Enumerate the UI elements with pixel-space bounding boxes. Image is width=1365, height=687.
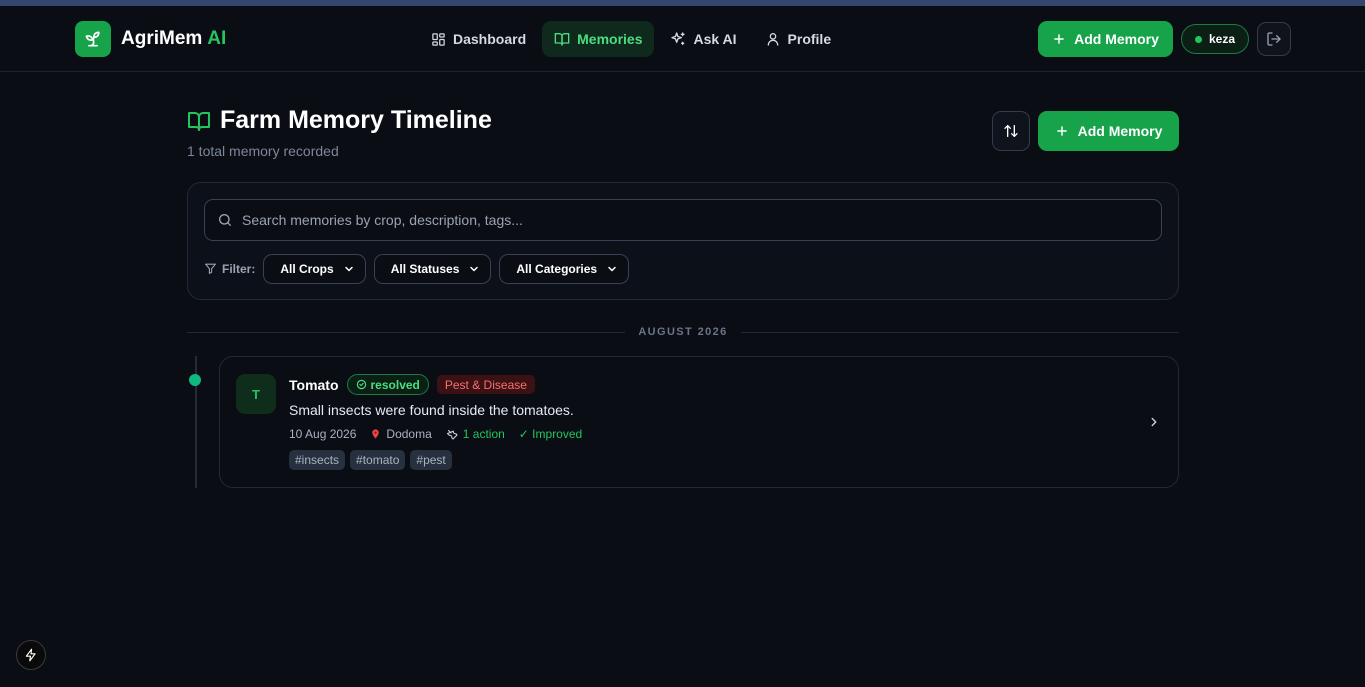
memory-actions-text: 1 action [462, 427, 505, 441]
map-pin-icon [372, 429, 380, 439]
search-filter-panel: Filter: All Crops All Statuses All Categ… [187, 182, 1179, 300]
nav-dashboard-label: Dashboard [453, 31, 527, 47]
memory-outcome: ✓ Improved [518, 427, 583, 441]
chevron-right-icon[interactable] [1147, 415, 1161, 429]
filter-funnel-icon [205, 263, 216, 274]
memory-description: Small insects were found inside the toma… [289, 402, 574, 418]
header-add-memory-label: Add Memory [1074, 31, 1159, 47]
tag-list: #insects #tomato #pest [289, 450, 582, 470]
plus-icon [1056, 126, 1067, 136]
nav-ask-ai[interactable]: Ask AI [658, 21, 748, 57]
page-title: Farm Memory Timeline [220, 106, 492, 134]
nav-ask-ai-label: Ask AI [693, 31, 737, 47]
book-open-icon [554, 33, 570, 46]
tag[interactable]: #insects [289, 450, 346, 470]
add-memory-button[interactable]: Add Memory [1038, 111, 1179, 151]
memory-location: Dodoma [370, 427, 432, 441]
crop-avatar: T [236, 374, 276, 414]
memory-card-body: Tomato resolved Pest & Disease Small ins… [289, 374, 582, 470]
tag[interactable]: #tomato [350, 450, 406, 470]
logout-icon [1267, 32, 1281, 46]
sprout-logo-icon [75, 21, 111, 57]
memory-count: 1 total memory recorded [187, 143, 339, 159]
main-nav: Dashboard Memories Ask AI Profile [419, 21, 843, 57]
check-circle-icon [356, 379, 366, 390]
chevron-down-icon [344, 266, 353, 271]
memory-card[interactable]: T Tomato resolved Pest & Disease Small i… [219, 356, 1179, 488]
month-label: AUGUST 2026 [638, 326, 728, 338]
nav-profile-label: Profile [787, 31, 832, 47]
status-badge: resolved [346, 374, 429, 395]
memory-meta: 10 Aug 2026 Dodoma 1 action ✓ Improved [289, 427, 582, 441]
page-heading: Farm Memory Timeline 1 total memory reco… [187, 106, 492, 159]
nav-memories[interactable]: Memories [542, 21, 655, 57]
wrench-icon [446, 429, 458, 440]
chevron-down-icon [608, 266, 616, 271]
status-filter-select[interactable]: All Statuses [373, 253, 492, 284]
dev-tools-button[interactable] [16, 640, 46, 670]
user-badge[interactable]: keza [1181, 24, 1249, 54]
memory-date: 10 Aug 2026 [289, 427, 356, 441]
nav-memories-label: Memories [577, 31, 643, 47]
brand-name: AgriMem [121, 28, 203, 49]
username: keza [1208, 32, 1236, 46]
book-open-icon [188, 111, 210, 131]
nav-dashboard[interactable]: Dashboard [419, 21, 538, 57]
chevron-down-icon [470, 266, 479, 271]
category-filter-select[interactable]: All Categories [499, 253, 630, 284]
filter-label: Filter: [204, 262, 255, 276]
brand-suffix: AI [207, 28, 227, 49]
grid-icon [432, 32, 445, 46]
divider-line [187, 331, 626, 333]
sort-arrows-icon [1004, 125, 1018, 137]
sort-button[interactable] [992, 111, 1030, 151]
category-badge: Pest & Disease [436, 375, 535, 394]
online-dot-icon [1194, 35, 1202, 43]
nav-profile[interactable]: Profile [753, 21, 844, 57]
brand[interactable]: AgriMem AI [75, 21, 226, 57]
header-add-memory-button[interactable]: Add Memory [1038, 21, 1173, 57]
lightning-bolt-icon [25, 648, 36, 662]
user-icon [767, 33, 778, 46]
search-box [204, 199, 1162, 241]
filter-row: Filter: All Crops All Statuses All Categ… [204, 253, 630, 284]
month-divider: AUGUST 2026 [187, 322, 1179, 342]
status-text: resolved [370, 377, 420, 392]
search-input[interactable] [242, 200, 1161, 240]
crop-name: Tomato [289, 376, 339, 393]
search-icon [219, 214, 231, 226]
plus-icon [1054, 34, 1064, 44]
logout-button[interactable] [1257, 22, 1291, 56]
status-filter-value: All Statuses [390, 261, 460, 276]
timeline-dot [189, 374, 201, 386]
memory-date-text: 10 Aug 2026 [289, 427, 357, 441]
add-memory-label: Add Memory [1077, 123, 1163, 139]
crop-filter-value: All Crops [280, 261, 334, 276]
filter-label-text: Filter: [222, 261, 256, 276]
memory-location-text: Dodoma [386, 427, 432, 441]
sparkles-icon [671, 32, 686, 45]
tag[interactable]: #pest [410, 450, 452, 470]
category-filter-value: All Categories [516, 261, 598, 276]
memory-actions: 1 action [446, 427, 505, 441]
divider-line [740, 331, 1179, 333]
crop-filter-select[interactable]: All Crops [263, 253, 366, 284]
app-header: AgriMem AI Dashboard Memories Ask AI Pro… [0, 6, 1365, 72]
